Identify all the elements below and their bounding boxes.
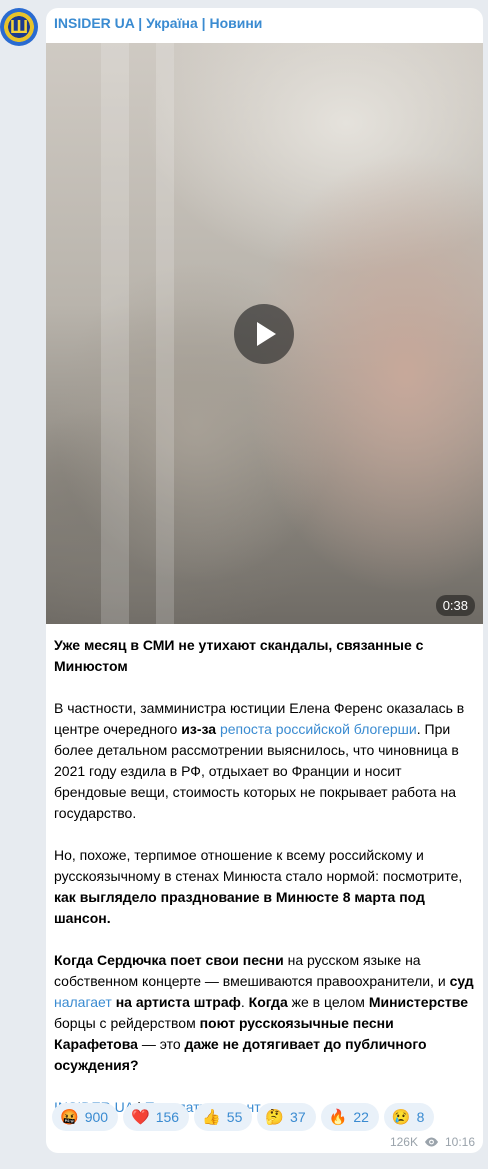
text-span: . (240, 994, 249, 1010)
reaction-crying[interactable]: 😢 8 (383, 1103, 435, 1131)
thumbs-up-icon: 👍 (202, 1108, 221, 1126)
reaction-count: 37 (290, 1109, 306, 1125)
reactions-bar: 🤬 900 ❤️ 156 👍 55 🤔 37 🔥 22 😢 8 (52, 1103, 435, 1131)
reaction-heart[interactable]: ❤️ 156 (123, 1103, 190, 1131)
repost-link[interactable]: репоста российской блогерши (220, 721, 417, 737)
message-time: 10:16 (444, 1135, 475, 1149)
fire-icon: 🔥 (328, 1108, 348, 1126)
trident-icon: Ш (9, 17, 29, 37)
post-headline: Уже месяц в СМИ не утихают скандалы, свя… (54, 637, 424, 674)
message-bubble: INSIDER UA | Україна | Новини 0:38 Уже м… (46, 8, 483, 1153)
post-paragraph-4: Когда Сердючка поет свои песни на русско… (54, 950, 474, 1076)
video-duration: 0:38 (435, 595, 475, 616)
reaction-count: 55 (226, 1109, 243, 1125)
reaction-angry[interactable]: 🤬 900 (52, 1103, 119, 1131)
video-blur-stripe (101, 43, 129, 624)
text-bold: Когда Сердючка поет свои песни (54, 952, 284, 968)
reaction-count: 156 (155, 1109, 180, 1125)
text-bold: Когда (248, 994, 288, 1010)
channel-avatar[interactable]: Ш (0, 8, 38, 46)
crying-face-icon: 😢 (391, 1108, 411, 1126)
message-meta: 126K 10:16 (390, 1135, 475, 1149)
text-bold: как выглядело празднование в Минюсте 8 м… (54, 889, 425, 926)
text-span: борцы с рейдерством (54, 1015, 200, 1031)
reaction-count: 22 (353, 1109, 369, 1125)
text-bold: на артиста штраф (115, 994, 241, 1010)
view-count: 126K (389, 1135, 418, 1149)
reaction-count: 8 (416, 1109, 425, 1125)
reaction-thumbs-up[interactable]: 👍 55 (194, 1103, 253, 1131)
reaction-fire[interactable]: 🔥 22 (320, 1103, 379, 1131)
text-bold: из-за (181, 721, 217, 737)
video-preview[interactable]: 0:38 (46, 43, 483, 624)
play-button[interactable] (234, 304, 294, 364)
text-span: Но, похоже, терпимое отношение к всему р… (54, 847, 463, 884)
text-span: — это (137, 1036, 185, 1052)
fine-link[interactable]: налагает (54, 994, 112, 1010)
post-paragraph-1: Уже месяц в СМИ не утихают скандалы, свя… (54, 635, 474, 677)
text-bold: суд (449, 973, 474, 989)
video-blur-stripe (156, 43, 174, 624)
thinking-face-icon: 🤔 (265, 1108, 285, 1126)
reaction-thinking[interactable]: 🤔 37 (257, 1103, 316, 1131)
post-paragraph-2: В частности, замминистра юстиции Елена Ф… (54, 698, 474, 824)
channel-name[interactable]: INSIDER UA | Україна | Новини (54, 15, 262, 31)
eye-icon (424, 1137, 438, 1147)
reaction-count: 900 (84, 1109, 109, 1125)
post-paragraph-3: Но, похоже, терпимое отношение к всему р… (54, 845, 474, 929)
text-span: же в целом (287, 994, 369, 1010)
heart-icon: ❤️ (131, 1108, 150, 1126)
angry-face-icon: 🤬 (60, 1108, 79, 1126)
text-bold: Министерстве (368, 994, 468, 1010)
play-icon (257, 322, 276, 346)
post-text: Уже месяц в СМИ не утихают скандалы, свя… (54, 635, 474, 1139)
